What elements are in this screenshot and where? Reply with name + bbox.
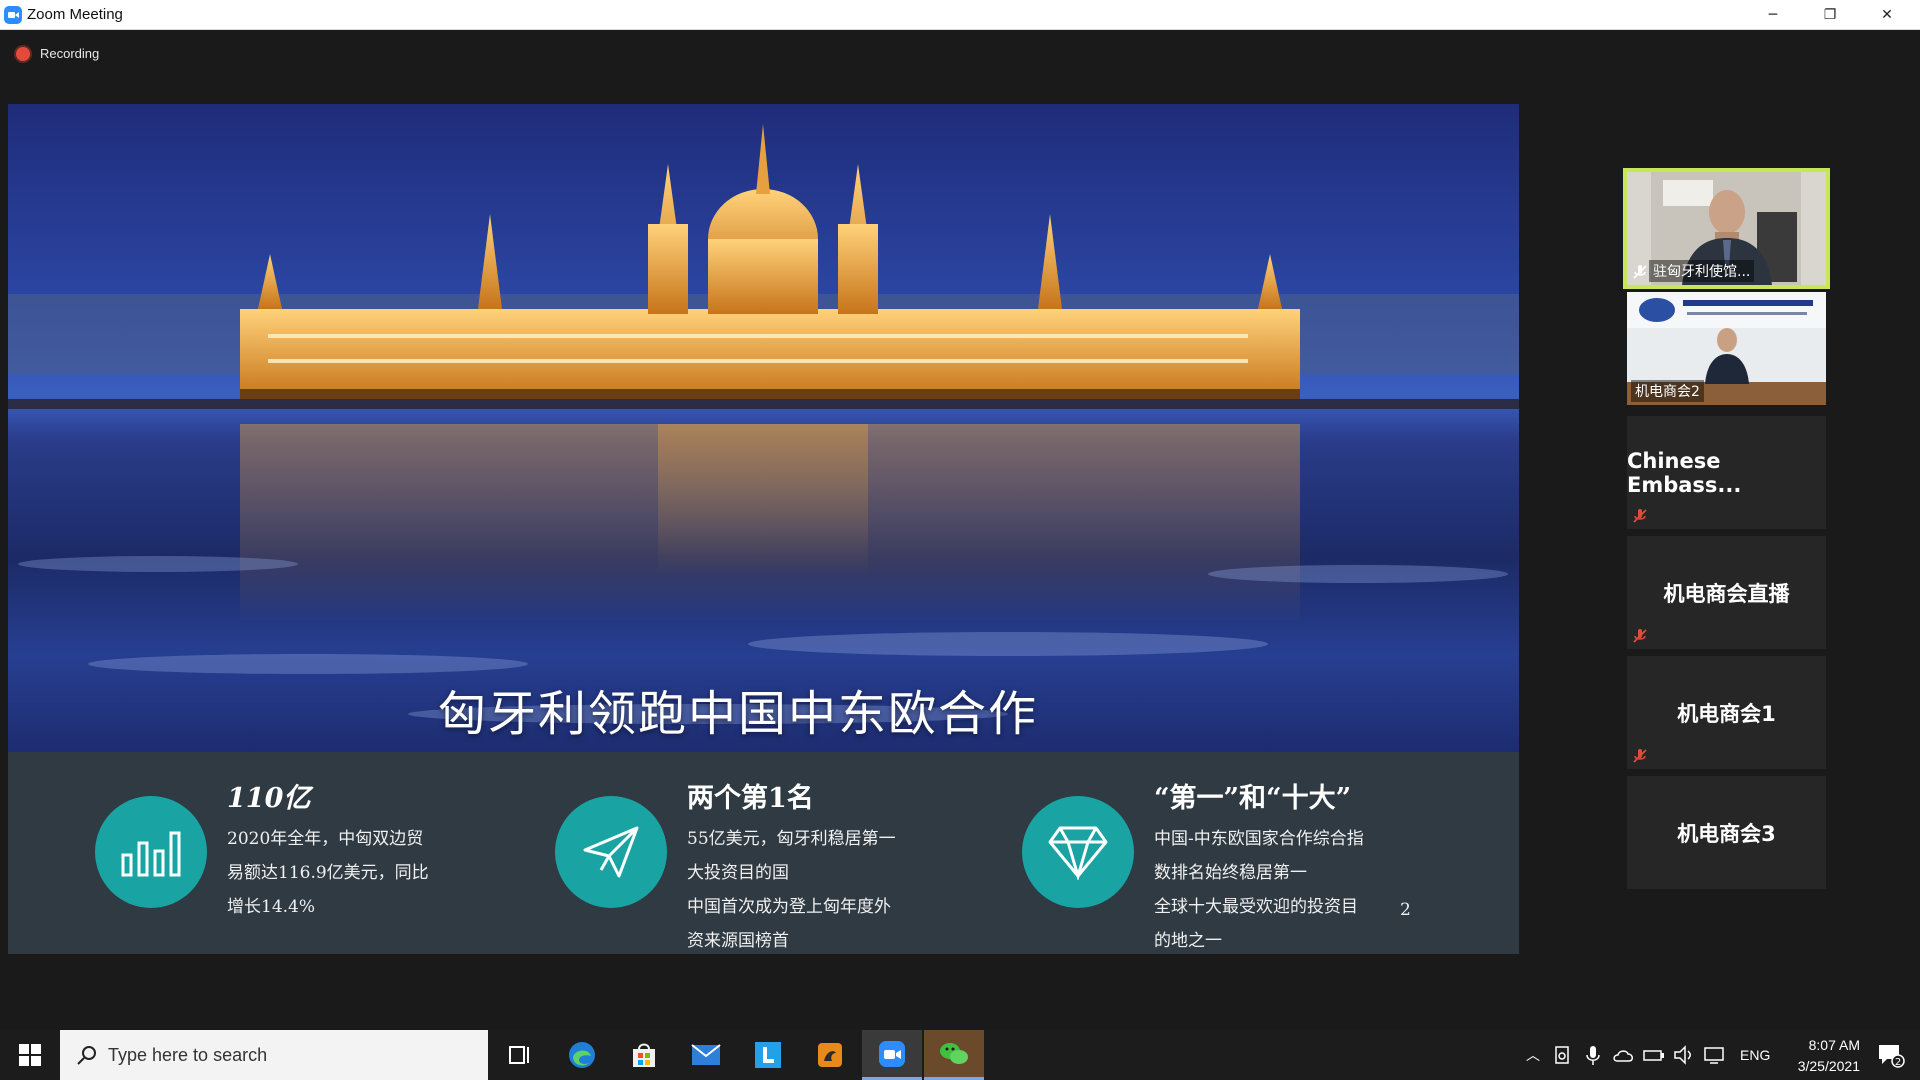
stat-heading: 两个第1名: [687, 783, 814, 814]
task-view-icon: [509, 1046, 529, 1064]
paper-plane-icon: [555, 796, 667, 908]
zoom-icon: [879, 1040, 905, 1067]
stat-heading: 110亿: [227, 783, 311, 814]
stat-trade: 110亿 2020年全年，中匈双边贸 易额达116.9亿美元，同比 增长14.4…: [95, 752, 495, 954]
taskbar-search-box[interactable]: Type here to search: [60, 1030, 488, 1080]
diamond-icon: [1022, 796, 1134, 908]
participant-name: 机电商会3: [1677, 821, 1776, 846]
start-button[interactable]: [0, 1030, 60, 1080]
l-app-icon: [755, 1042, 781, 1068]
recording-label: Recording: [40, 46, 100, 61]
action-center-icon: 2: [1879, 1045, 1905, 1068]
title-bar: Zoom Meeting ─ ❐ ✕: [0, 0, 1920, 30]
gallery-tile-ccme2-video[interactable]: 机电商会2: [1627, 292, 1826, 405]
wechat-icon: [940, 1042, 968, 1064]
mail-taskbar-button[interactable]: [676, 1030, 736, 1080]
search-icon: [77, 1046, 96, 1065]
device-icon[interactable]: [1552, 1044, 1574, 1066]
slides-app-taskbar-button[interactable]: [800, 1030, 860, 1080]
zoom-app-icon: [4, 6, 22, 24]
microphone-icon[interactable]: [1582, 1044, 1604, 1066]
clock-time: 8:07 AM: [1808, 1037, 1860, 1053]
slide-page-number: 2: [1400, 900, 1411, 920]
stat-line: 55亿美元，匈牙利稳居第一: [687, 829, 896, 849]
edge-taskbar-button[interactable]: [552, 1030, 612, 1080]
participant-name: 机电商会2: [1631, 380, 1704, 402]
bar-chart-icon: [95, 796, 207, 908]
gallery-tile-ccme-live[interactable]: 机电商会直播: [1627, 536, 1826, 649]
restore-button[interactable]: ❐: [1801, 0, 1859, 29]
edge-icon: [569, 1042, 595, 1068]
mic-muted-icon: [1633, 265, 1647, 279]
tray-chevron-up-icon[interactable]: ︿: [1520, 1045, 1546, 1065]
stat-line: 大投资目的国: [687, 863, 789, 883]
store-taskbar-button[interactable]: [614, 1030, 674, 1080]
system-tray: ︿ ENG: [1520, 1030, 1770, 1080]
slide-stats-band: 110亿 2020年全年，中匈双边贸 易额达116.9亿美元，同比 增长14.4…: [8, 752, 1519, 954]
meeting-area: Recording 匈牙利领跑中国中东欧合作 110亿 2020年全年，中匈双边…: [0, 30, 1920, 1030]
store-icon: [633, 1043, 655, 1067]
slide-title: 匈牙利领跑中国中东欧合作: [437, 686, 1038, 742]
clock-date: 3/25/2021: [1797, 1058, 1860, 1074]
stat-line: 易额达116.9亿美元，同比: [227, 863, 429, 883]
volume-icon[interactable]: [1672, 1044, 1696, 1066]
mail-icon: [691, 1044, 721, 1065]
stat-line: 数排名始终稳居第一: [1154, 863, 1307, 883]
stat-line: 中国首次成为登上匈年度外: [687, 897, 891, 917]
participant-name: 机电商会1: [1677, 701, 1776, 726]
close-button[interactable]: ✕: [1858, 0, 1916, 29]
parliament-photo: 匈牙利领跑中国中东欧合作: [8, 104, 1519, 752]
recording-indicator[interactable]: Recording: [16, 46, 99, 61]
windows-logo-icon: [19, 1044, 41, 1066]
shared-screen[interactable]: 匈牙利领跑中国中东欧合作 110亿 2020年全年，中匈双边贸 易额达116.9…: [8, 104, 1519, 954]
gallery-tile-chinese-embassy[interactable]: Chinese Embass...: [1627, 416, 1826, 529]
stat-line: 资来源国榜首: [687, 931, 789, 951]
minimize-button[interactable]: ─: [1744, 0, 1802, 29]
stat-line: 的地之一: [1154, 931, 1222, 951]
stat-line: 全球十大最受欢迎的投资目: [1154, 897, 1358, 917]
participant-name: Chinese Embass...: [1627, 448, 1742, 497]
network-icon[interactable]: [1702, 1044, 1726, 1066]
notification-count: 2: [1895, 1057, 1901, 1068]
task-view-button[interactable]: [490, 1030, 550, 1080]
window-title: Zoom Meeting: [27, 6, 123, 23]
stat-line: 中国-中东欧国家合作综合指: [1154, 829, 1364, 849]
stat-ranking: “第一”和“十大” 中国-中东欧国家合作综合指 数排名始终稳居第一 全球十大最受…: [1022, 752, 1462, 954]
slides-app-icon: [818, 1043, 842, 1067]
gallery-tile-ccme3[interactable]: 机电商会3: [1627, 776, 1826, 889]
windows-taskbar: Type here to search ︿ ENG 8:07 AM 3/25/2…: [0, 1030, 1920, 1080]
participant-name: 机电商会直播: [1663, 581, 1790, 606]
battery-icon[interactable]: [1642, 1044, 1666, 1066]
stat-heading: “第一”和“十大”: [1154, 783, 1352, 814]
taskbar-clock[interactable]: 8:07 AM 3/25/2021: [1764, 1035, 1860, 1077]
stat-line: 2020年全年，中匈双边贸: [227, 829, 424, 849]
participant-name: 驻匈牙利使馆...: [1649, 260, 1755, 282]
recording-dot-icon: [16, 46, 30, 61]
stat-investment: 两个第1名 55亿美元，匈牙利稳居第一 大投资目的国 中国首次成为登上匈年度外 …: [555, 752, 975, 954]
notifications-button[interactable]: 2: [1862, 1030, 1920, 1080]
onedrive-cloud-icon[interactable]: [1612, 1044, 1636, 1066]
mic-muted-icon: [1633, 749, 1647, 763]
gallery-tile-embassy-video[interactable]: 驻匈牙利使馆...: [1623, 168, 1830, 289]
search-placeholder: Type here to search: [108, 1044, 268, 1065]
mic-muted-icon: [1633, 509, 1647, 523]
zoom-taskbar-button[interactable]: [862, 1030, 922, 1080]
gallery-tile-ccme1[interactable]: 机电商会1: [1627, 656, 1826, 769]
mic-muted-icon: [1633, 629, 1647, 643]
parliament-illustration: [8, 124, 1519, 724]
l-app-taskbar-button[interactable]: [738, 1030, 798, 1080]
stat-line: 增长14.4%: [227, 897, 316, 917]
wechat-taskbar-button[interactable]: [924, 1030, 984, 1080]
